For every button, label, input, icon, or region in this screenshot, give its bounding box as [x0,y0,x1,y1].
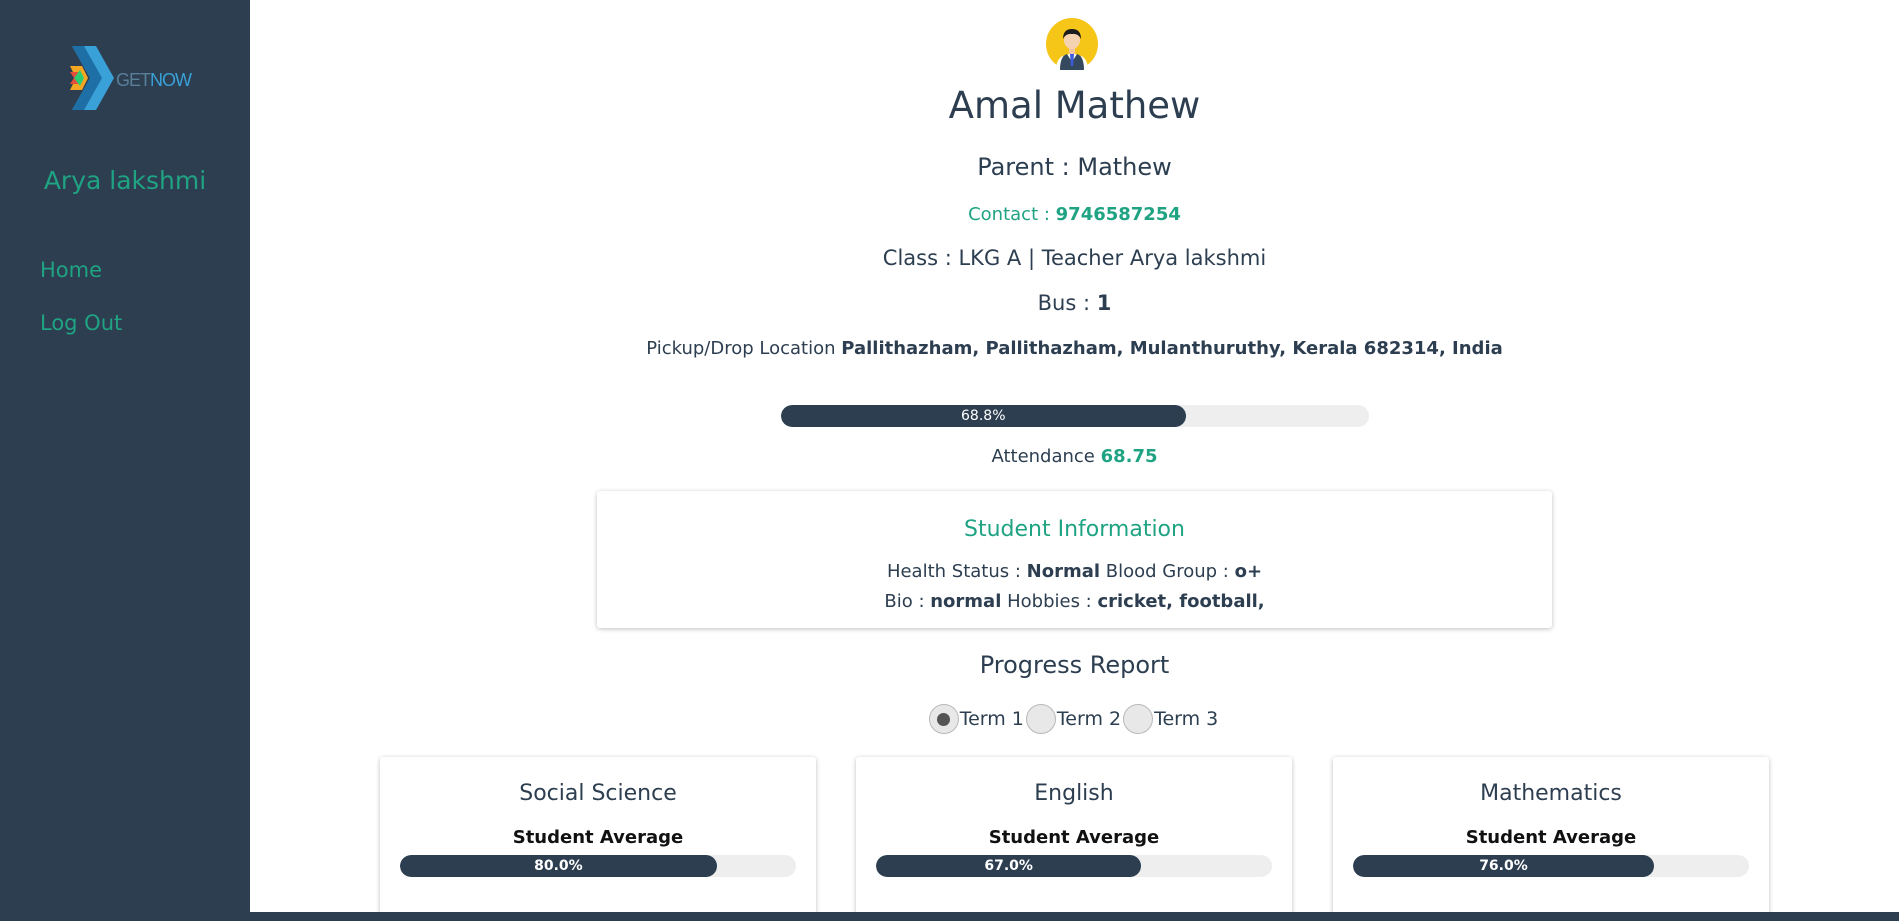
nav-home-link[interactable]: Home [40,258,102,282]
contact-line: Contact : 9746587254 [250,204,1899,225]
term-3-label[interactable]: Term 3 [1154,708,1218,730]
subject-card-social-science: Social Science Student Average 80.0% [380,757,816,921]
term-3-radio[interactable] [1123,704,1154,734]
logo-text: GETNOW [116,70,192,91]
class-value: LKG A [958,246,1022,270]
student-information-title: Student Information [964,517,1185,542]
location-label: Pickup/Drop Location [646,338,842,359]
blood-value: o+ [1234,561,1263,582]
term-1-radio[interactable] [928,704,959,734]
subject-progress-bar: 76.0% [1353,855,1749,877]
logo-chevron-icon [70,46,114,110]
hobbies-label: Hobbies : [1001,591,1098,612]
location-value: Pallithazham, Pallithazham, Mulanthuruth… [841,338,1503,359]
attendance-line: Attendance 68.75 [250,446,1899,467]
student-avatar [1046,18,1098,70]
class-label: Class : [882,246,959,270]
sidebar-user-name: Arya lakshmi [43,166,207,195]
student-name: Amal Mathew [948,84,1201,127]
subject-progress-fill: 80.0% [400,855,717,877]
class-line: Class : LKG A | Teacher Arya lakshmi [250,246,1899,270]
attendance-value: 68.75 [1100,446,1158,467]
parent-label: Parent : [977,153,1078,181]
hobbies-value: cricket, football, [1097,591,1265,612]
attendance-progress-fill: 68.8% [781,405,1186,427]
subject-card-english: English Student Average 67.0% [856,757,1292,921]
term-radio-group: Term 1 Term 2 Term 3 [250,704,1899,734]
bus-value: 1 [1096,291,1112,315]
blood-label: Blood Group : [1100,561,1235,582]
bio-value: normal [930,591,1002,612]
term-1-label[interactable]: Term 1 [960,708,1024,730]
contact-value: 9746587254 [1055,204,1181,225]
subject-progress-bar: 80.0% [400,855,796,877]
bus-label: Bus : [1037,291,1097,315]
subject-average-label: Student Average [512,827,684,848]
student-information-card: Student Information Health Status : Norm… [597,491,1552,628]
term-1-selected-dot [937,712,951,726]
teacher-label: | Teacher [1021,246,1130,270]
footer-bar [250,912,1899,921]
subject-card-mathematics: Mathematics Student Average 76.0% [1333,757,1769,921]
bio-label: Bio : [884,591,931,612]
term-2-label[interactable]: Term 2 [1057,708,1121,730]
subject-title: English [1034,781,1114,806]
logo-text-now: NOW [150,70,192,90]
logo-text-get: GET [116,70,151,90]
subject-title: Social Science [519,781,677,806]
bus-line: Bus : 1 [250,291,1899,315]
parent-value: Mathew [1077,153,1172,181]
main-content: Amal Mathew Parent : Mathew Contact : 97… [250,0,1899,921]
parent-line: Parent : Mathew [250,153,1899,181]
app-logo[interactable]: GETNOW [70,46,192,116]
health-label: Health Status : [886,561,1027,582]
term-2-radio[interactable] [1025,704,1056,734]
subject-average-label: Student Average [988,827,1160,848]
teacher-value: Arya lakshmi [1129,246,1267,270]
subject-progress-fill: 76.0% [1353,855,1654,877]
location-line: Pickup/Drop Location Pallithazham, Palli… [250,338,1899,359]
attendance-label: Attendance [991,446,1101,467]
sidebar: GETNOW Arya lakshmi Home Log Out [0,0,250,921]
subject-progress-fill: 67.0% [876,855,1142,877]
progress-report-title: Progress Report [979,651,1170,679]
subject-title: Mathematics [1480,781,1622,806]
health-value: Normal [1026,561,1101,582]
attendance-progress-bar: 68.8% [781,405,1369,427]
student-avatar-icon [1046,18,1098,70]
contact-label: Contact : [968,204,1056,225]
bio-line: Bio : normal Hobbies : cricket, football… [597,591,1552,612]
health-line: Health Status : Normal Blood Group : o+ [597,561,1552,582]
subject-progress-bar: 67.0% [876,855,1272,877]
nav-logout-link[interactable]: Log Out [40,311,122,335]
subject-average-label: Student Average [1465,827,1637,848]
